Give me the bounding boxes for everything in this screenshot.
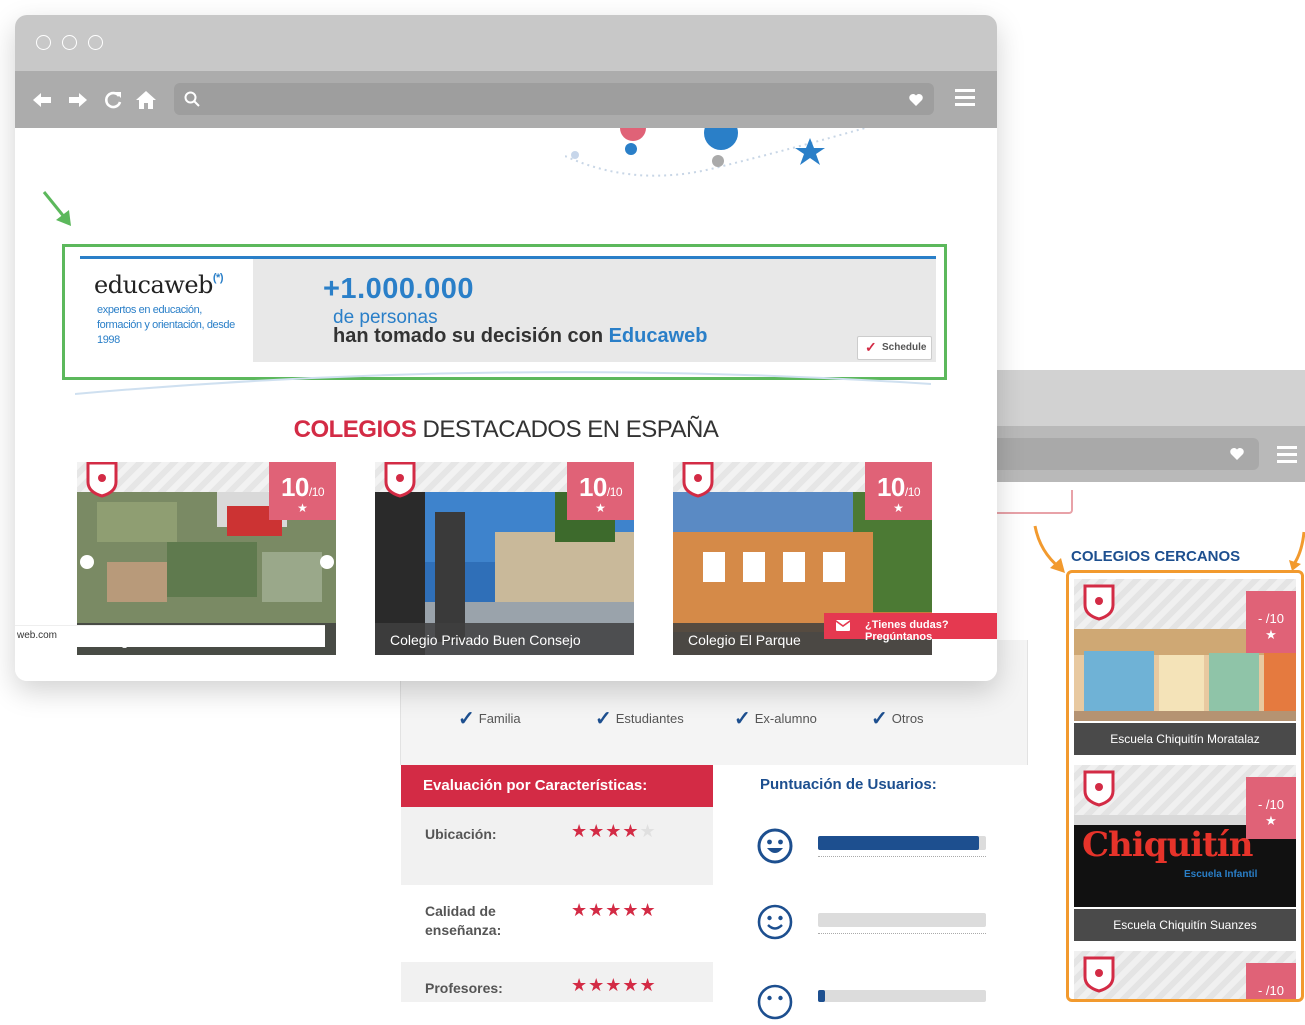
rating-bar	[818, 990, 986, 1002]
star-icon: ★	[893, 501, 904, 515]
reload-icon[interactable]	[102, 89, 124, 111]
checkmark-icon: ✓	[595, 708, 612, 730]
chat-help-button[interactable]: ¿Tienes dudas? Pregúntanos	[824, 613, 997, 643]
featured-school-card[interactable]: 10/10 ★ Colegio Privado Buen Consejo	[375, 462, 634, 655]
neutral-face-icon	[757, 984, 793, 1020]
status-bar-url: web.com	[15, 625, 325, 647]
rating-ticks	[818, 851, 986, 857]
user-rating-header: Puntuación de Usuarios:	[760, 776, 937, 793]
eval-row-ubicacion: Ubicación: ★★★★★	[401, 807, 713, 885]
checkmark-icon: ✓	[458, 708, 475, 730]
eval-row-profesores: Profesores: ★★★★★	[401, 962, 713, 1002]
shield-badge-icon	[384, 462, 416, 498]
rating-stars: ★★★★★	[571, 975, 657, 995]
star-icon: ★	[1265, 813, 1277, 828]
educaweb-tagline: expertos en educación, formación y orien…	[97, 304, 235, 346]
school-caption: Colegio Privado Buen Consejo	[375, 623, 634, 655]
front-browser-window: educaweb(*) expertos en educación, forma…	[15, 15, 997, 681]
educaweb-logo: educaweb(*)	[94, 271, 224, 299]
score-badge: 10/10 ★	[865, 462, 932, 520]
rating-bar	[818, 836, 986, 850]
star-icon: ★	[595, 501, 606, 515]
nearby-school-card[interactable]: Chiquitín Escuela Infantil - /10 ★ Escuel…	[1074, 765, 1296, 941]
eval-label: Ubicación:	[425, 826, 497, 842]
eval-row-calidad: Calidad de enseñanza: ★★★★★	[401, 885, 713, 962]
background-toolbar	[997, 426, 1305, 482]
score-badge: 10/10 ★	[269, 462, 336, 520]
rating-ticks	[818, 928, 986, 934]
nearby-school-name: Escuela Chiquitín Moratalaz	[1074, 723, 1296, 755]
eval-label: Profesores:	[425, 980, 503, 996]
rating-stars: ★★★★★	[571, 900, 657, 920]
minimize-window-button[interactable]	[62, 35, 77, 50]
shield-badge-icon	[1083, 584, 1115, 621]
decorative-bracket	[997, 490, 1073, 514]
hamburger-menu-icon[interactable]	[1277, 446, 1297, 463]
score-badge: - /10	[1246, 963, 1296, 999]
checkmark-icon: ✓	[865, 339, 877, 355]
checkmark-icon: ✓	[734, 708, 751, 730]
orange-arrow-icon	[1289, 531, 1305, 571]
score-badge: - /10 ★	[1246, 777, 1296, 839]
back-arrow-icon[interactable]	[31, 89, 53, 111]
check-otros[interactable]: ✓ Otros	[871, 706, 924, 731]
search-icon	[184, 91, 200, 107]
nearby-school-name: Escuela Chiquitín Suanzes	[1074, 909, 1296, 941]
heart-icon[interactable]	[908, 92, 924, 108]
close-window-button[interactable]	[36, 35, 51, 50]
star-icon: ★	[297, 501, 308, 515]
browser-toolbar	[15, 71, 997, 128]
schedule-button[interactable]: ✓ Schedule	[857, 336, 932, 360]
nearby-schools-list: - /10 ★ Escuela Chiquitín Moratalaz Chiqu…	[1066, 570, 1304, 1002]
maximize-window-button[interactable]	[88, 35, 103, 50]
heart-icon[interactable]	[1229, 446, 1245, 462]
highlighted-banner-frame: educaweb(*) expertos en educación, forma…	[62, 244, 947, 380]
curved-divider	[75, 371, 931, 395]
orange-arrow-icon	[1033, 525, 1065, 573]
mail-icon	[836, 620, 850, 631]
forward-arrow-icon[interactable]	[67, 89, 89, 111]
background-browser-window	[997, 370, 1305, 482]
eval-label: Calidad de enseñanza:	[425, 903, 502, 938]
shield-badge-icon	[1083, 770, 1115, 807]
page-content: educaweb(*) expertos en educación, forma…	[15, 128, 997, 681]
checkmark-icon: ✓	[871, 708, 888, 730]
decorative-icons-strip	[565, 128, 865, 177]
home-icon[interactable]	[135, 89, 157, 111]
check-estudiantes[interactable]: ✓ Estudiantes	[595, 706, 684, 731]
banner-headline-number: +1.000.000	[323, 273, 474, 305]
banner-line-2: han tomado su decisión con Educaweb	[333, 325, 708, 347]
nearby-schools-title: COLEGIOS CERCANOS	[1071, 548, 1241, 565]
chiquitin-logo-text: Chiquitín	[1082, 825, 1253, 865]
shield-badge-icon	[1083, 956, 1115, 993]
score-badge: - /10 ★	[1246, 591, 1296, 653]
happy-face-icon	[757, 904, 793, 940]
very-happy-face-icon	[757, 828, 793, 864]
rating-stars: ★★★★★	[571, 821, 657, 841]
shield-badge-icon	[682, 462, 714, 498]
shield-badge-icon	[86, 462, 118, 498]
educaweb-banner[interactable]: educaweb(*) expertos en educación, forma…	[80, 256, 936, 362]
url-bar[interactable]	[174, 83, 934, 115]
rating-bar-fill	[818, 990, 825, 1002]
green-arrow-icon	[42, 191, 71, 226]
check-ex-alumno[interactable]: ✓ Ex-alumno	[734, 706, 817, 731]
check-familia[interactable]: ✓ Familia	[458, 706, 521, 731]
window-titlebar	[15, 15, 997, 71]
nearby-school-card[interactable]: - /10 ★ Escuela Chiquitín Moratalaz	[1074, 579, 1296, 755]
hamburger-menu-icon[interactable]	[955, 89, 975, 110]
rating-bar	[818, 913, 986, 927]
chiquitin-logo-subtitle: Escuela Infantil	[1184, 869, 1258, 880]
background-url-bar[interactable]	[997, 438, 1259, 470]
rating-bar-fill	[818, 836, 980, 850]
nearby-school-card[interactable]: - /10	[1074, 951, 1296, 999]
evaluation-header: Evaluación por Características:	[401, 765, 713, 807]
section-title: COLEGIOS DESTACADOS EN ESPAÑA	[293, 416, 719, 443]
score-badge: 10/10 ★	[567, 462, 634, 520]
star-icon: ★	[1265, 627, 1277, 642]
background-titlebar	[997, 370, 1305, 426]
